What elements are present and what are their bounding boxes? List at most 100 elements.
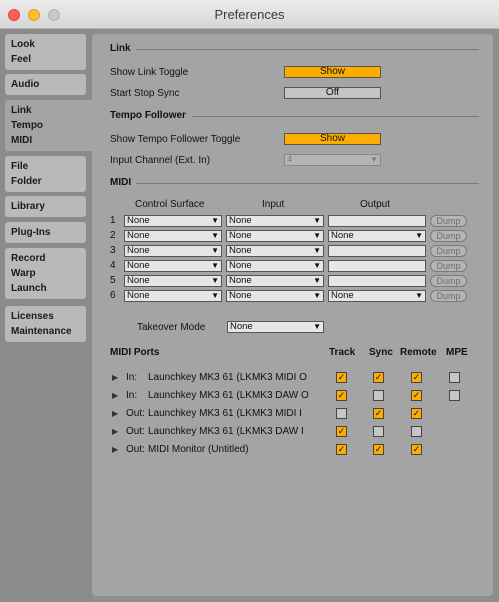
dump-button[interactable]: Dump [430, 275, 467, 287]
dropdown-arrow-icon: ▼ [313, 261, 321, 270]
takeover-mode-select[interactable]: None ▼ [227, 321, 324, 333]
midi-input-select[interactable]: None ▼ [226, 290, 324, 302]
divider [192, 116, 479, 117]
midi-output-select[interactable] [328, 260, 426, 272]
midi-output-select[interactable] [328, 245, 426, 257]
port-track-checkbox[interactable] [336, 408, 347, 419]
expand-port-icon[interactable]: ▶ [112, 427, 118, 436]
start-stop-sync-button[interactable]: Off [284, 87, 381, 99]
control-surface-select[interactable]: None ▼ [124, 245, 222, 257]
control-surface-column-header: Control Surface [135, 199, 205, 210]
port-track-checkbox[interactable]: ✓ [336, 426, 347, 437]
dump-button[interactable]: Dump [430, 245, 467, 257]
sidebar-tab-label: MIDI [11, 135, 33, 146]
sidebar-tab-label: Feel [11, 54, 32, 65]
sidebar-tab-look-feel[interactable]: Look Feel [5, 34, 86, 70]
control-surface-value: None [127, 260, 150, 271]
midi-input-select[interactable]: None ▼ [226, 275, 324, 287]
port-sync-checkbox[interactable] [373, 390, 384, 401]
dropdown-arrow-icon: ▼ [370, 155, 378, 164]
takeover-mode-value: None [230, 321, 253, 332]
show-link-toggle-label: Show Link Toggle [110, 67, 189, 78]
mpe-column-header: MPE [446, 347, 468, 358]
midi-output-select[interactable]: None ▼ [328, 290, 426, 302]
midi-output-select[interactable] [328, 275, 426, 287]
midi-input-select[interactable]: None ▼ [226, 215, 324, 227]
sidebar-tab-plug-ins[interactable]: Plug-Ins [5, 222, 86, 243]
divider [136, 183, 479, 184]
takeover-mode-label: Takeover Mode [137, 322, 206, 333]
sidebar-tab-link-tempo-midi[interactable]: Link Tempo MIDI [5, 100, 92, 151]
dump-button[interactable]: Dump [430, 215, 467, 227]
midi-row-number: 2 [110, 230, 116, 241]
sidebar-tab-label: Audio [11, 79, 40, 90]
midi-row-number: 6 [110, 290, 116, 301]
output-column-header: Output [360, 199, 391, 210]
midi-output-select[interactable] [328, 215, 426, 227]
port-direction: In: [126, 372, 138, 383]
dropdown-arrow-icon: ▼ [211, 261, 219, 270]
midi-input-value: None [229, 260, 252, 271]
control-surface-select[interactable]: None ▼ [124, 215, 222, 227]
sidebar-tab-licenses-maintenance[interactable]: Licenses Maintenance [5, 306, 86, 342]
sidebar: Look Feel Audio Link Tempo MIDI File Folder Libr… [0, 29, 92, 602]
sidebar-tab-audio[interactable]: Audio [5, 74, 86, 95]
sidebar-tab-label: Warp [11, 268, 36, 279]
track-column-header: Track [329, 347, 356, 358]
midi-input-value: None [229, 215, 252, 226]
midi-input-value: None [229, 290, 252, 301]
tempo-follower-heading: Tempo Follower [110, 110, 186, 121]
dump-button[interactable]: Dump [430, 290, 467, 302]
port-sync-checkbox[interactable]: ✓ [373, 372, 384, 383]
expand-port-icon[interactable]: ▶ [112, 391, 118, 400]
expand-port-icon[interactable]: ▶ [112, 373, 118, 382]
control-surface-select[interactable]: None ▼ [124, 275, 222, 287]
show-link-toggle-button[interactable]: Show [284, 66, 381, 78]
port-remote-checkbox[interactable]: ✓ [411, 444, 422, 455]
show-tempo-follower-toggle-button[interactable]: Show [284, 133, 381, 145]
dump-button[interactable]: Dump [430, 260, 467, 272]
port-track-checkbox[interactable]: ✓ [336, 390, 347, 401]
port-sync-checkbox[interactable] [373, 426, 384, 437]
dropdown-arrow-icon: ▼ [313, 276, 321, 285]
midi-input-value: None [229, 230, 252, 241]
control-surface-select[interactable]: None ▼ [124, 260, 222, 272]
sidebar-tab-file-folder[interactable]: File Folder [5, 156, 86, 192]
sidebar-tab-label: Look [11, 39, 35, 50]
sidebar-tab-label: Record [11, 253, 46, 264]
dump-button[interactable]: Dump [430, 230, 467, 242]
port-remote-checkbox[interactable]: ✓ [411, 372, 422, 383]
dropdown-arrow-icon: ▼ [313, 246, 321, 255]
midi-output-select[interactable]: None ▼ [328, 230, 426, 242]
midi-heading: MIDI [110, 177, 132, 188]
dropdown-arrow-icon: ▼ [313, 216, 321, 225]
sidebar-tab-record-warp-launch[interactable]: Record Warp Launch [5, 248, 86, 299]
port-track-checkbox[interactable]: ✓ [336, 372, 347, 383]
port-remote-checkbox[interactable] [411, 426, 422, 437]
sidebar-tab-label: Link [11, 105, 32, 116]
input-channel-label: Input Channel (Ext. In) [110, 155, 211, 166]
midi-input-select[interactable]: None ▼ [226, 245, 324, 257]
port-sync-checkbox[interactable]: ✓ [373, 444, 384, 455]
expand-port-icon[interactable]: ▶ [112, 409, 118, 418]
dropdown-arrow-icon: ▼ [313, 291, 321, 300]
port-remote-checkbox[interactable]: ✓ [411, 408, 422, 419]
control-surface-value: None [127, 245, 150, 256]
control-surface-select[interactable]: None ▼ [124, 290, 222, 302]
control-surface-value: None [127, 215, 150, 226]
port-sync-checkbox[interactable]: ✓ [373, 408, 384, 419]
port-direction: Out: [126, 408, 145, 419]
settings-panel: Link Show Link Toggle Show Start Stop Sy… [92, 34, 493, 596]
midi-input-select[interactable]: None ▼ [226, 260, 324, 272]
control-surface-select[interactable]: None ▼ [124, 230, 222, 242]
port-remote-checkbox[interactable]: ✓ [411, 390, 422, 401]
sidebar-tab-library[interactable]: Library [5, 196, 86, 217]
port-track-checkbox[interactable]: ✓ [336, 444, 347, 455]
expand-port-icon[interactable]: ▶ [112, 445, 118, 454]
midi-input-value: None [229, 275, 252, 286]
port-mpe-checkbox[interactable] [449, 390, 460, 401]
control-surface-value: None [127, 290, 150, 301]
port-mpe-checkbox[interactable] [449, 372, 460, 383]
input-channel-select[interactable]: 4 ▼ [284, 154, 381, 166]
midi-input-select[interactable]: None ▼ [226, 230, 324, 242]
